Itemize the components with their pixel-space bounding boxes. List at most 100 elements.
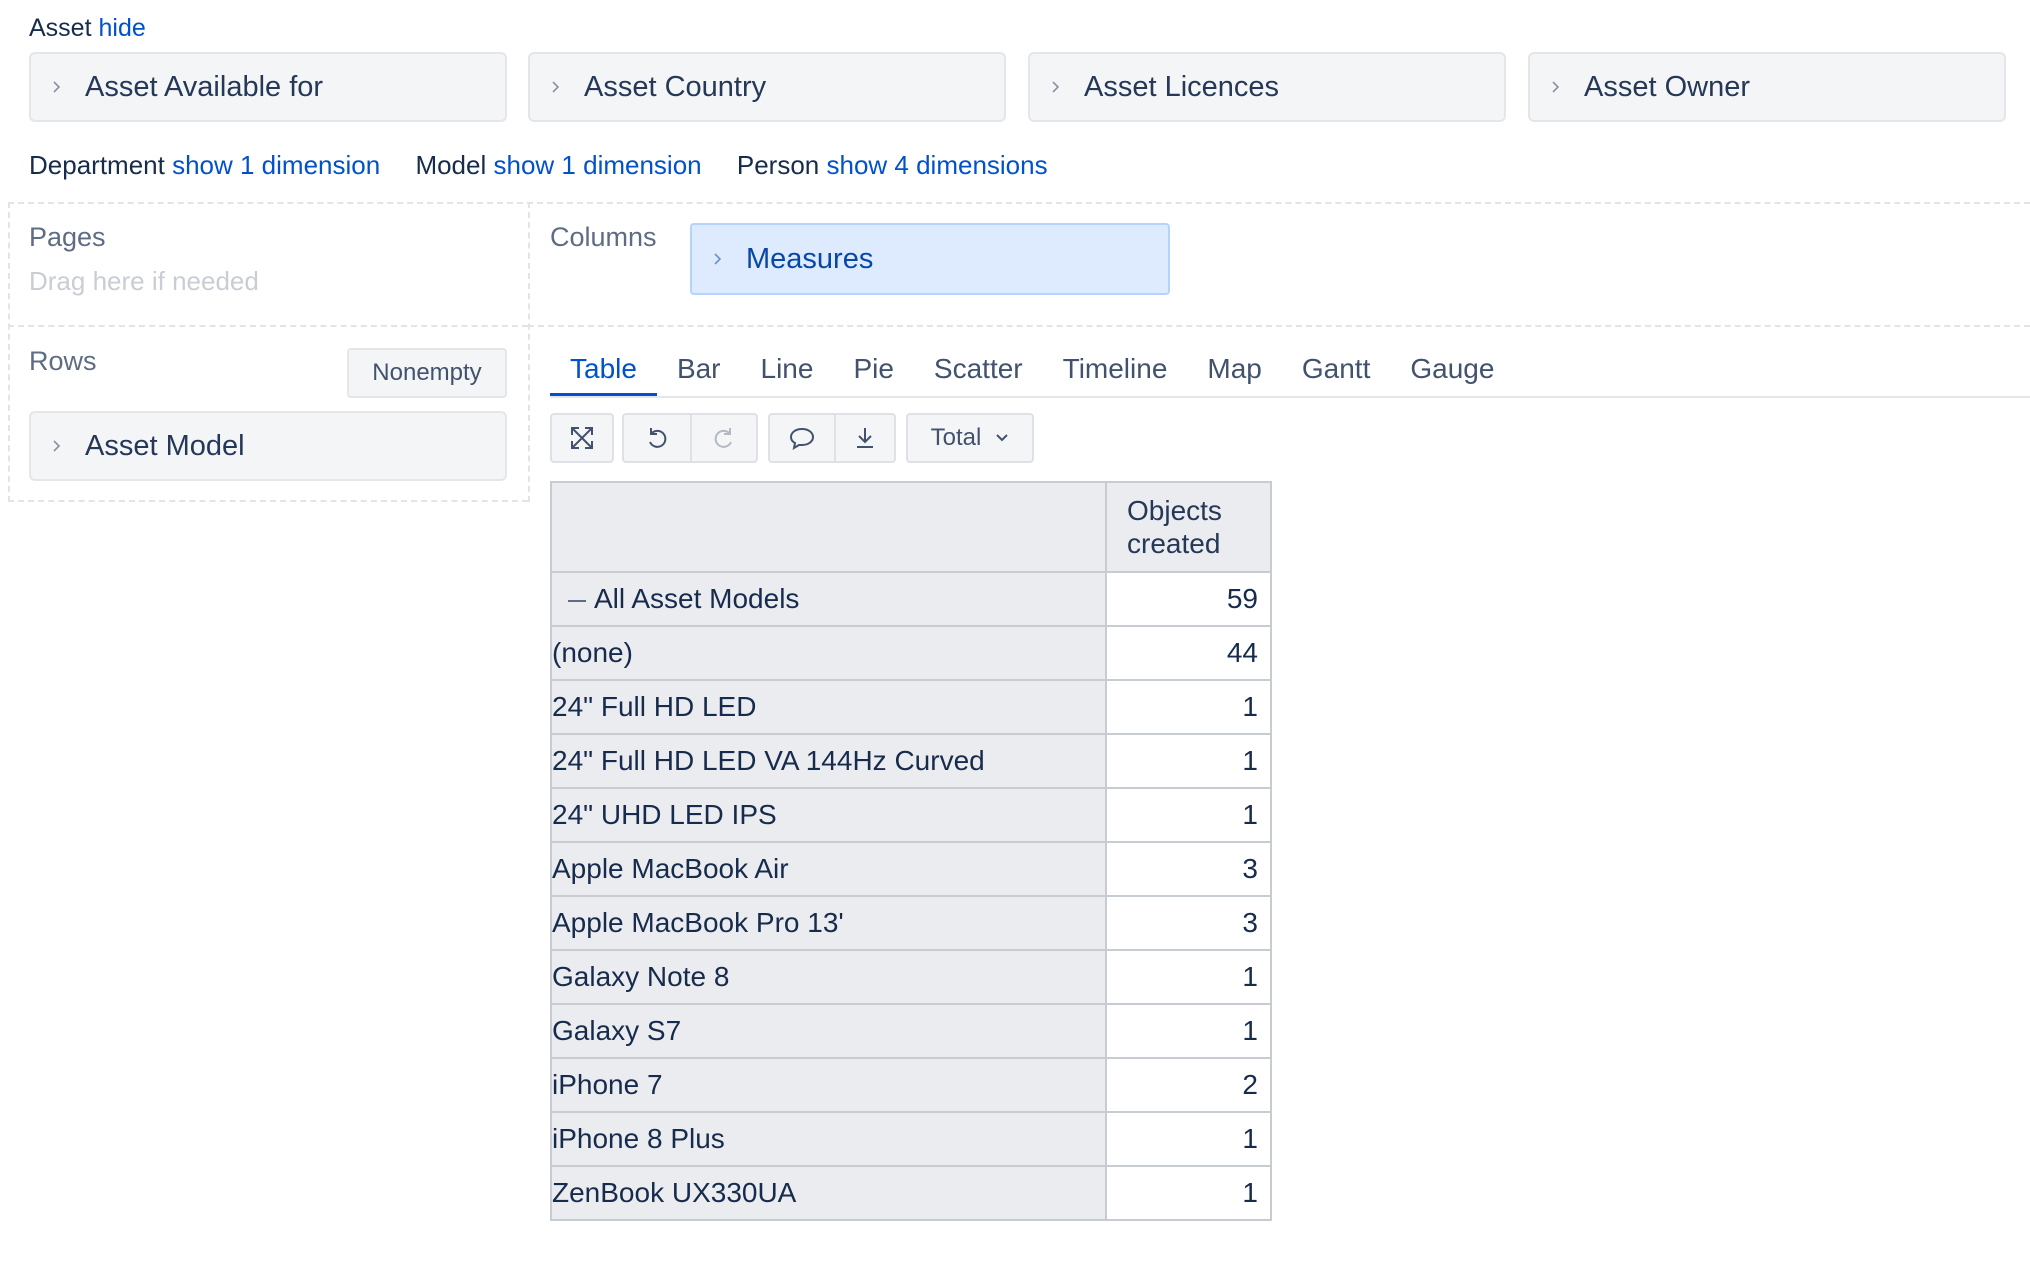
row-label: 24" UHD LED IPS: [552, 799, 777, 830]
row-header[interactable]: All Asset Models: [550, 571, 1107, 627]
pivot-table: Objects created All Asset Models 59 (none)…: [550, 481, 1272, 1221]
dimension-label: Asset Model: [85, 429, 245, 462]
table-row: 24" UHD LED IPS 1: [550, 787, 1272, 843]
row-header[interactable]: 24" Full HD LED: [550, 679, 1107, 735]
row-header[interactable]: iPhone 8 Plus: [550, 1111, 1107, 1167]
download-button[interactable]: [834, 413, 896, 463]
measures-label: Measures: [746, 242, 874, 275]
table-row: iPhone 8 Plus 1: [550, 1111, 1272, 1167]
dimension-label: Asset Country: [584, 70, 767, 103]
row-label: (none): [552, 637, 633, 668]
column-header-line: created: [1127, 528, 1221, 559]
tab-pie[interactable]: Pie: [833, 348, 913, 396]
row-value: 1: [1105, 1165, 1272, 1221]
department-label: Department: [29, 150, 165, 180]
model-label: Model: [415, 150, 487, 180]
table-row: (none) 44: [550, 625, 1272, 681]
table-row: All Asset Models 59: [550, 571, 1272, 627]
row-label: Apple MacBook Air: [552, 853, 789, 884]
asset-header: Asset hide: [29, 12, 146, 44]
separator: [8, 202, 2030, 204]
table-row: Galaxy Note 8 1: [550, 949, 1272, 1005]
separator: [8, 500, 528, 502]
department-group: Department show 1 dimension: [29, 150, 387, 180]
row-value: 3: [1105, 841, 1272, 897]
asset-hide-link[interactable]: hide: [98, 14, 145, 42]
tab-timeline[interactable]: Timeline: [1043, 348, 1188, 396]
row-header[interactable]: 24" Full HD LED VA 144Hz Curved: [550, 733, 1107, 789]
row-header[interactable]: iPhone 7: [550, 1057, 1107, 1113]
table-row: ZenBook UX330UA 1: [550, 1165, 1272, 1221]
row-header[interactable]: (none): [550, 625, 1107, 681]
row-header[interactable]: Galaxy Note 8: [550, 949, 1107, 1005]
table-row: 24" Full HD LED VA 144Hz Curved 1: [550, 733, 1272, 789]
comment-icon: [788, 425, 816, 451]
row-value: 1: [1105, 733, 1272, 789]
collapse-icon[interactable]: [568, 599, 586, 602]
nonempty-button[interactable]: Nonempty: [347, 348, 507, 398]
row-value: 1: [1105, 679, 1272, 735]
tab-table[interactable]: Table: [550, 348, 657, 396]
separator: [8, 202, 10, 502]
tabs-underline: [550, 396, 2030, 398]
dimension-label: Asset Owner: [1584, 70, 1750, 103]
measures-dimension[interactable]: Measures: [690, 223, 1170, 295]
tab-gantt[interactable]: Gantt: [1282, 348, 1390, 396]
row-header[interactable]: 24" UHD LED IPS: [550, 787, 1107, 843]
columns-title: Columns: [550, 222, 657, 252]
column-header-objects-created[interactable]: Objects created: [1105, 481, 1272, 573]
chevron-right-icon: [1050, 81, 1062, 93]
row-value: 59: [1105, 571, 1272, 627]
dimension-label: Asset Licences: [1084, 70, 1280, 103]
row-header[interactable]: Apple MacBook Pro 13': [550, 895, 1107, 951]
pages-drop-zone[interactable]: Drag here if needed: [29, 266, 259, 297]
undo-icon: [644, 425, 670, 451]
row-label: iPhone 7: [552, 1069, 663, 1100]
asset-label: Asset: [29, 14, 92, 42]
dimension-asset-model[interactable]: Asset Model: [29, 411, 507, 481]
row-value: 1: [1105, 1111, 1272, 1167]
row-label: Galaxy S7: [552, 1015, 682, 1046]
table-row: Galaxy S7 1: [550, 1003, 1272, 1059]
tab-gauge[interactable]: Gauge: [1390, 348, 1514, 396]
row-value: 44: [1105, 625, 1272, 681]
model-show-link[interactable]: show 1 dimension: [494, 150, 702, 180]
row-value: 2: [1105, 1057, 1272, 1113]
tab-bar[interactable]: Bar: [657, 348, 741, 396]
table-corner-cell: [550, 481, 1107, 573]
tab-scatter[interactable]: Scatter: [914, 348, 1043, 396]
row-label: Apple MacBook Pro 13': [552, 907, 844, 938]
model-group: Model show 1 dimension: [415, 150, 708, 180]
total-label: Total: [930, 424, 982, 451]
row-header[interactable]: Galaxy S7: [550, 1003, 1107, 1059]
total-dropdown[interactable]: Total: [906, 413, 1034, 463]
row-header[interactable]: ZenBook UX330UA: [550, 1165, 1107, 1221]
row-header[interactable]: Apple MacBook Air: [550, 841, 1107, 897]
separator: [8, 325, 528, 327]
row-label: 24" Full HD LED: [552, 691, 757, 722]
department-show-link[interactable]: show 1 dimension: [172, 150, 380, 180]
tab-line[interactable]: Line: [741, 348, 834, 396]
person-group: Person show 4 dimensions: [737, 150, 1048, 180]
person-show-link[interactable]: show 4 dimensions: [826, 150, 1047, 180]
dimension-asset-available-for[interactable]: Asset Available for: [29, 52, 507, 122]
table-row: Apple MacBook Air 3: [550, 841, 1272, 897]
table-row: 24" Full HD LED 1: [550, 679, 1272, 735]
expand-button[interactable]: [550, 413, 614, 463]
tab-map[interactable]: Map: [1187, 348, 1281, 396]
chevron-right-icon: [51, 81, 63, 93]
rows-title: Rows: [29, 346, 97, 376]
row-label: Galaxy Note 8: [552, 961, 730, 992]
row-label: All Asset Models: [594, 583, 800, 614]
row-value: 1: [1105, 949, 1272, 1005]
dimension-asset-owner[interactable]: Asset Owner: [1528, 52, 2006, 122]
undo-button[interactable]: [622, 413, 692, 463]
separator: [528, 325, 2030, 327]
row-label: iPhone 8 Plus: [552, 1123, 725, 1154]
redo-button[interactable]: [690, 413, 758, 463]
dimension-asset-licences[interactable]: Asset Licences: [1028, 52, 1506, 122]
chart-type-tabs: Table Bar Line Pie Scatter Timeline Map …: [550, 348, 1514, 396]
dimension-asset-country[interactable]: Asset Country: [528, 52, 1006, 122]
comment-button[interactable]: [768, 413, 836, 463]
row-value: 3: [1105, 895, 1272, 951]
